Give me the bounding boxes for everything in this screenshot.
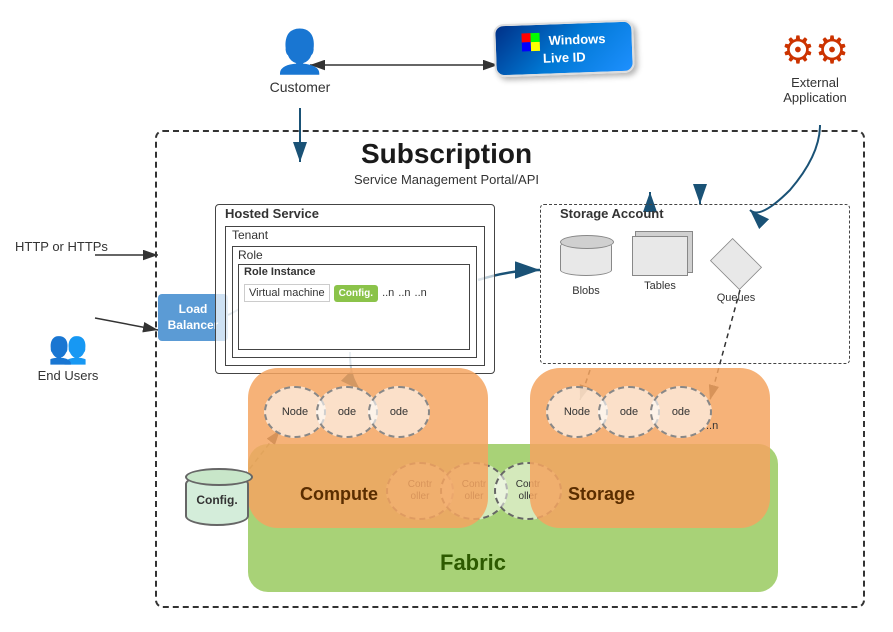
windows-live-label: Windows Live ID xyxy=(543,31,606,66)
vm-row: Virtual machine Config. ..n ..n ..n xyxy=(244,284,427,302)
queues-diamond xyxy=(710,238,762,290)
windows-flag-icon xyxy=(522,33,541,52)
http-label: HTTP or HTTPs xyxy=(15,238,108,256)
end-users-label: End Users xyxy=(18,368,118,383)
dots-label-1: ..n xyxy=(382,287,394,299)
customer-area: 👤 Customer xyxy=(255,28,345,95)
queues-label: Queues xyxy=(710,292,762,304)
windows-live-badge: Windows Live ID xyxy=(493,20,635,78)
compute-node-3: ode xyxy=(368,386,430,438)
dots-label-3: ..n xyxy=(415,287,427,299)
tables-label: Tables xyxy=(632,280,688,292)
config-label: Config. xyxy=(196,493,237,507)
tables-rect xyxy=(632,236,688,276)
person-icon: 👤 xyxy=(255,28,345,77)
load-balancer-label: Load Balancer xyxy=(168,302,219,332)
blobs-shape: Blobs xyxy=(560,240,612,297)
hosted-service-label: Hosted Service xyxy=(225,206,319,221)
dots-label-2: ..n xyxy=(398,287,410,299)
blobs-label: Blobs xyxy=(560,285,612,297)
storage-dots: ..n xyxy=(706,420,718,432)
role-label: Role xyxy=(238,248,263,262)
config-cylinder: Config. xyxy=(185,474,249,526)
gear-icon: ⚙⚙ xyxy=(760,28,870,73)
config-shape: Config. xyxy=(185,474,249,526)
config-button-vm: Config. xyxy=(334,285,378,302)
subscription-subtitle: Service Management Portal/API xyxy=(0,172,893,187)
external-app-label: External Application xyxy=(760,75,870,105)
diagram-container: Subscription Service Management Portal/A… xyxy=(0,0,893,632)
storage-account-label: Storage Account xyxy=(560,206,664,221)
end-users-area: 👥 End Users xyxy=(18,328,118,383)
storage-node-3: ode xyxy=(650,386,712,438)
fabric-label: Fabric xyxy=(440,550,506,576)
role-instance-label: Role Instance xyxy=(244,266,316,278)
compute-label: Compute xyxy=(300,484,378,505)
vm-label: Virtual machine xyxy=(244,284,330,302)
customer-label: Customer xyxy=(255,79,345,95)
subscription-title: Subscription xyxy=(0,138,893,170)
tenant-label: Tenant xyxy=(232,228,268,242)
external-app-area: ⚙⚙ External Application xyxy=(760,28,870,105)
tables-shape: Tables xyxy=(632,236,688,292)
blobs-cylinder xyxy=(560,240,612,276)
users-icon: 👥 xyxy=(18,328,118,366)
storage-label: Storage xyxy=(568,484,635,505)
queues-shape: Queues xyxy=(710,236,762,304)
